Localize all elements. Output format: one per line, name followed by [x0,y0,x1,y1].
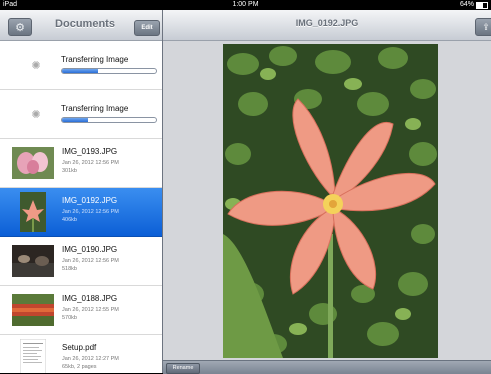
file-name: IMG_0188.JPG [62,294,118,303]
share-button[interactable]: ⇪ [475,18,491,36]
file-date: Jan 26, 2012 12:55 PM [62,307,119,313]
transfer-label: Transferring Image [61,55,129,64]
file-date: Jan 26, 2012 12:56 PM [62,160,119,166]
file-name: IMG_0193.JPG [62,147,118,156]
thumbnail-image [12,147,54,179]
viewer-nav-bar: IMG_0192.JPG ⇪ [163,10,491,41]
thumbnail-image [12,294,54,326]
transfer-row[interactable]: ✺ Transferring Image [0,41,162,90]
thumbnail-image [20,192,46,232]
file-row[interactable]: IMG_0188.JPG Jan 26, 2012 12:55 PM 570kb [0,286,162,335]
transfer-label: Transferring Image [61,104,129,113]
progress-fill [62,118,89,122]
battery-percent: 64% [459,1,474,8]
transfer-progress-bar [61,117,157,123]
file-date: Jan 26, 2012 12:56 PM [62,209,119,215]
image-canvas [163,41,491,360]
spinner-icon: ✺ [31,60,41,72]
settings-button[interactable]: ⚙ [8,18,32,36]
file-row[interactable]: Setup.pdf Jan 26, 2012 12:27 PM 65kb, 2 … [0,335,162,373]
file-name: Setup.pdf [62,343,97,352]
file-size: 570kb [62,315,77,321]
file-size: 518kb [62,266,77,272]
spinner-icon: ✺ [31,109,41,121]
progress-fill [62,69,98,73]
battery-icon [476,1,488,9]
gear-icon: ⚙ [15,21,25,34]
thumbnail-image [20,339,46,373]
tulip-photo[interactable] [223,44,438,358]
status-bar: iPad 1:00 PM 64% [0,0,491,10]
bottom-toolbar: Rename [163,360,491,374]
clock: 1:00 PM [232,1,259,8]
transfer-row[interactable]: ✺ Transferring Image [0,90,162,139]
share-icon: ⇪ [482,22,490,32]
file-name: IMG_0190.JPG [62,245,118,254]
file-date: Jan 26, 2012 12:56 PM [62,258,119,264]
file-row-selected[interactable]: IMG_0192.JPG Jan 26, 2012 12:56 PM 406kb [0,188,162,237]
file-row[interactable]: IMG_0190.JPG Jan 26, 2012 12:56 PM 518kb [0,237,162,286]
file-size: 65kb, 2 pages [62,364,97,370]
documents-sidebar: ⚙ Documents Edit ✺ Transferring Image ✺ … [0,10,163,373]
file-name: IMG_0192.JPG [62,196,118,205]
battery-indicator: 64% [460,0,488,10]
thumbnail-image [12,245,54,277]
file-row[interactable]: IMG_0193.JPG Jan 26, 2012 12:56 PM 301kb [0,139,162,188]
rename-button[interactable]: Rename [166,363,200,374]
sidebar-title: Documents [55,18,115,30]
file-size: 301kb [62,168,77,174]
edit-button[interactable]: Edit [134,20,160,36]
transfer-progress-bar [61,68,157,74]
file-size: 406kb [62,217,77,223]
viewer-title: IMG_0192.JPG [295,18,359,28]
image-viewer-pane: IMG_0192.JPG ⇪ Rename [163,10,491,374]
sidebar-nav-bar: ⚙ Documents Edit [0,10,162,41]
file-date: Jan 26, 2012 12:27 PM [62,356,119,362]
